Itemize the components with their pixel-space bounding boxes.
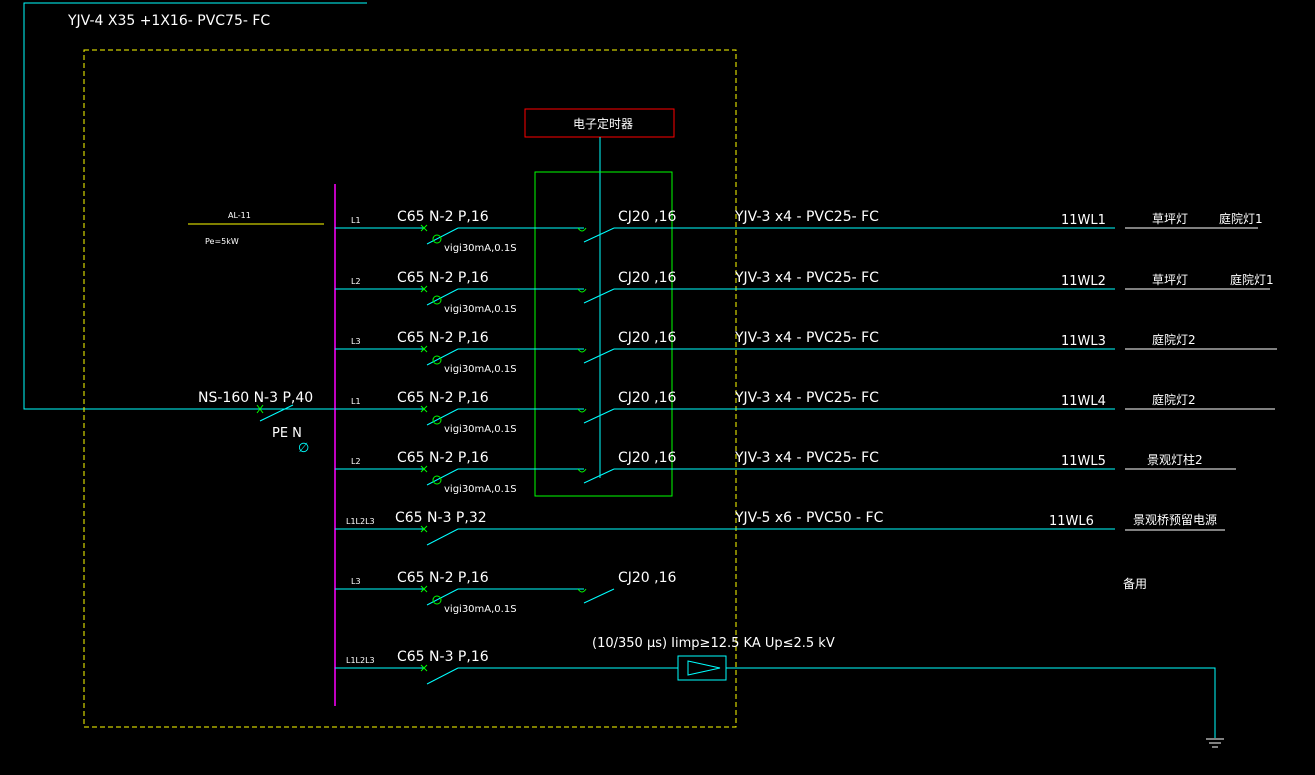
circuit-cable-label: YJV-3 x4 - PVC25- FC [734,270,879,286]
circuit-cable-label: YJV-3 x4 - PVC25- FC [734,209,879,225]
incoming-feeder-line [23,2,367,410]
circuit-id-label: 11WL2 [1061,274,1106,289]
breaker-label: C65 N-3 P,16 [397,649,489,665]
incoming-cable-label: YJV-4 X35 +1X16- PVC75- FC [67,13,270,29]
contactor-blade [583,468,615,484]
circuit-phase-label: L1L2L3 [346,656,375,665]
breaker-label: C65 N-2 P,16 [397,570,489,586]
contactor-blade [583,408,615,424]
panel-load: Pe=5kW [205,237,239,246]
breaker-label: C65 N-2 P,16 [397,450,489,466]
circuits-group: L1 vigi30mA,0.1S C65 N-2 P,16 CJ20 ,16 YJV-3… [335,209,1277,685]
circuit-id-label: 11WL3 [1061,334,1106,349]
circuit-id-label: 11WL1 [1061,213,1106,228]
circuit-cable-label: YJV-5 x6 - PVC50 - FC [734,510,884,526]
breaker-blade [426,588,459,606]
circuit-id-label: 11WL6 [1049,514,1094,529]
breaker-blade [426,528,459,546]
load-label: 庭院灯1 [1230,272,1274,287]
breaker-blade [426,468,459,486]
schematic-canvas: YJV-4 X35 +1X16- PVC75- FC AL-11 Pe=5kW … [0,0,1315,775]
breaker-blade [426,227,459,245]
contactor-blade [583,588,615,604]
load-label: 草坪灯 [1152,212,1188,226]
contactor-label: CJ20 ,16 [618,209,677,225]
spd-ground-line [726,667,1216,738]
single-line-diagram: YJV-4 X35 +1X16- PVC75- FC AL-11 Pe=5kW … [23,2,1277,748]
timer-label: 电子定时器 [573,116,633,131]
contactor-label: CJ20 ,16 [618,330,677,346]
contactor-blade [583,288,615,304]
contactor-label: CJ20 ,16 [618,390,677,406]
ground-icon [1206,738,1224,748]
spd-spec-label: (10/350 μs) Iimp≥12.5 KA Up≤2.5 kV [592,636,835,651]
breaker-blade [426,408,459,426]
contactor-label: CJ20 ,16 [618,270,677,286]
main-breaker-blade [259,404,294,422]
circuit-id-label: 11WL5 [1061,454,1106,469]
load-label: 草坪灯 [1152,273,1188,287]
circuit-phase-label: L3 [351,337,361,346]
circuit-phase-label: L1 [351,216,361,225]
breaker-label: C65 N-2 P,16 [397,390,489,406]
circuit-phase-label: L1 [351,397,361,406]
circuit-id-label: 11WL4 [1061,394,1106,409]
main-breaker-label: NS-160 N-3 P,40 [198,390,313,406]
neutral-symbol: ∅ [298,441,309,456]
rcd-label: vigi30mA,0.1S [444,243,517,254]
breaker-blade [426,348,459,366]
pe-n-label: PE N [272,426,302,441]
load-label: 景观桥预留电源 [1133,513,1217,527]
panel-name: AL-11 [228,211,251,220]
breaker-label: C65 N-2 P,16 [397,270,489,286]
circuit-cable-label: YJV-3 x4 - PVC25- FC [734,450,879,466]
rcd-label: vigi30mA,0.1S [444,604,517,615]
rcd-label: vigi30mA,0.1S [444,484,517,495]
spd-arrow-icon [687,660,721,676]
circuit-cable-label: YJV-3 x4 - PVC25- FC [734,330,879,346]
breaker-label: C65 N-3 P,32 [395,510,487,526]
load-label: 景观灯柱2 [1147,452,1203,467]
breaker-blade [426,288,459,306]
load-label: 备用 [1123,577,1147,591]
breaker-blade [426,667,459,685]
load-label: 庭院灯2 [1152,392,1196,407]
circuit-phase-label: L2 [351,277,361,286]
circuit-phase-label: L3 [351,577,361,586]
rcd-label: vigi30mA,0.1S [444,424,517,435]
circuit-phase-label: L1L2L3 [346,517,375,526]
circuit-cable-label: YJV-3 x4 - PVC25- FC [734,390,879,406]
circuit-phase-label: L2 [351,457,361,466]
load-label: 庭院灯1 [1219,211,1263,226]
breaker-label: C65 N-2 P,16 [397,330,489,346]
contactor-label: CJ20 ,16 [618,450,677,466]
enclosure-box [83,49,737,728]
rcd-label: vigi30mA,0.1S [444,304,517,315]
contactor-blade [583,348,615,364]
contactor-blade [583,227,615,243]
breaker-label: C65 N-2 P,16 [397,209,489,225]
rcd-label: vigi30mA,0.1S [444,364,517,375]
load-label: 庭院灯2 [1152,332,1196,347]
contactor-label: CJ20 ,16 [618,570,677,586]
